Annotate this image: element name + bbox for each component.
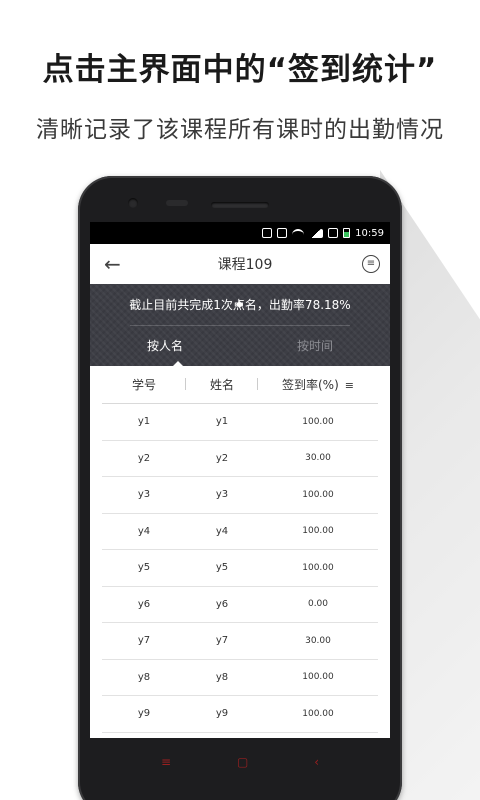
student-id: y9 <box>137 708 151 720</box>
table-row[interactable]: y9 y9 100.00 <box>102 696 378 733</box>
student-name: y5 <box>215 562 229 574</box>
student-id: y5 <box>137 562 151 574</box>
student-id: y1 <box>137 416 151 428</box>
student-name: y2 <box>215 452 229 464</box>
attendance-rate: 100.00 <box>302 489 334 500</box>
back-button-icon[interactable]: ‹ <box>314 756 319 768</box>
column-header-rate[interactable]: 签到率(%) ≡ <box>258 376 378 393</box>
signal-icon <box>309 228 324 238</box>
student-name: y4 <box>215 525 229 537</box>
sort-icon[interactable]: ≡ <box>345 379 354 392</box>
back-arrow-icon[interactable]: ← <box>104 254 128 274</box>
column-header-name[interactable]: 姓名 <box>186 376 258 393</box>
student-id: y4 <box>137 525 151 537</box>
attendance-rate: 30.00 <box>305 635 331 646</box>
attendance-rate: 100.00 <box>302 416 334 427</box>
attendance-rate: 100.00 <box>302 708 334 719</box>
student-name: y9 <box>215 708 229 720</box>
promo-title: 点击主界面中的“签到统计” <box>42 52 438 88</box>
app-bar: ← 课程109 ≡ <box>90 244 390 284</box>
student-name: y3 <box>215 489 229 501</box>
earpiece-speaker <box>211 202 269 208</box>
table-row[interactable]: y7 y7 30.00 <box>102 623 378 660</box>
app-screen: 10:59 ← 课程109 ≡ 截止目前共完成1次点名，出勤率78.18% 按人… <box>90 222 390 738</box>
table-row[interactable]: y4 y4 100.00 <box>102 514 378 550</box>
view-tabs: 按人名 按时间 <box>90 325 390 366</box>
menu-button-icon[interactable]: ≡ <box>161 756 171 768</box>
table-row[interactable]: y2 y2 30.00 <box>102 441 378 477</box>
system-nav-bar: ≡ ▢ ‹ <box>78 740 402 784</box>
table-header: 学号 姓名 签到率(%) ≡ <box>102 366 378 404</box>
active-tab-indicator <box>172 361 184 367</box>
attendance-rate: 100.00 <box>302 672 334 683</box>
student-id: y2 <box>137 452 151 464</box>
table-row[interactable]: y8 y8 100.00 <box>102 660 378 696</box>
sync-icon <box>277 228 288 238</box>
student-name: y6 <box>215 598 229 610</box>
table-row[interactable]: y5 y5 100.00 <box>102 550 378 587</box>
vibrate-icon <box>262 228 273 238</box>
student-name: y7 <box>215 635 229 647</box>
summary-panel: 截止目前共完成1次点名，出勤率78.18% 按人名 按时间 <box>90 284 390 367</box>
attendance-rate: 100.00 <box>302 526 334 537</box>
status-bar: 10:59 <box>90 222 390 244</box>
student-id: y7 <box>137 635 151 647</box>
column-header-id[interactable]: 学号 <box>102 376 186 393</box>
promo-screenshot: 点击主界面中的“签到统计” 清晰记录了该课程所有课时的出勤情况 10:59 ← … <box>0 0 480 800</box>
tab-by-time[interactable]: 按时间 <box>240 337 390 354</box>
student-name: y8 <box>215 671 229 683</box>
attendance-rate: 0.00 <box>307 599 329 610</box>
page-title: 课程109 <box>217 257 273 273</box>
sim-icon <box>328 228 339 238</box>
tab-by-name[interactable]: 按人名 <box>90 337 240 354</box>
proximity-sensor <box>166 200 188 206</box>
attendance-rate: 100.00 <box>302 562 334 573</box>
student-id: y6 <box>137 598 151 610</box>
home-button-icon[interactable]: ▢ <box>237 756 248 768</box>
attendance-table: y1 y1 100.00 y2 y2 30.00 y3 y3 100.00 y4 y4 100.… <box>102 404 378 733</box>
student-id: y3 <box>137 489 151 501</box>
promo-subtitle: 清晰记录了该课程所有课时的出勤情况 <box>36 117 444 143</box>
table-row[interactable]: y6 y6 0.00 <box>102 587 378 623</box>
menu-icon[interactable]: ≡ <box>361 255 380 273</box>
student-name: y1 <box>215 416 229 428</box>
table-row[interactable]: y3 y3 100.00 <box>102 477 378 514</box>
front-camera <box>128 198 138 208</box>
table-row[interactable]: y1 y1 100.00 <box>102 404 378 441</box>
wifi-icon <box>292 229 305 237</box>
status-time: 10:59 <box>355 227 384 239</box>
student-id: y8 <box>137 671 151 683</box>
battery-icon <box>343 228 351 238</box>
attendance-rate: 30.00 <box>305 453 331 464</box>
